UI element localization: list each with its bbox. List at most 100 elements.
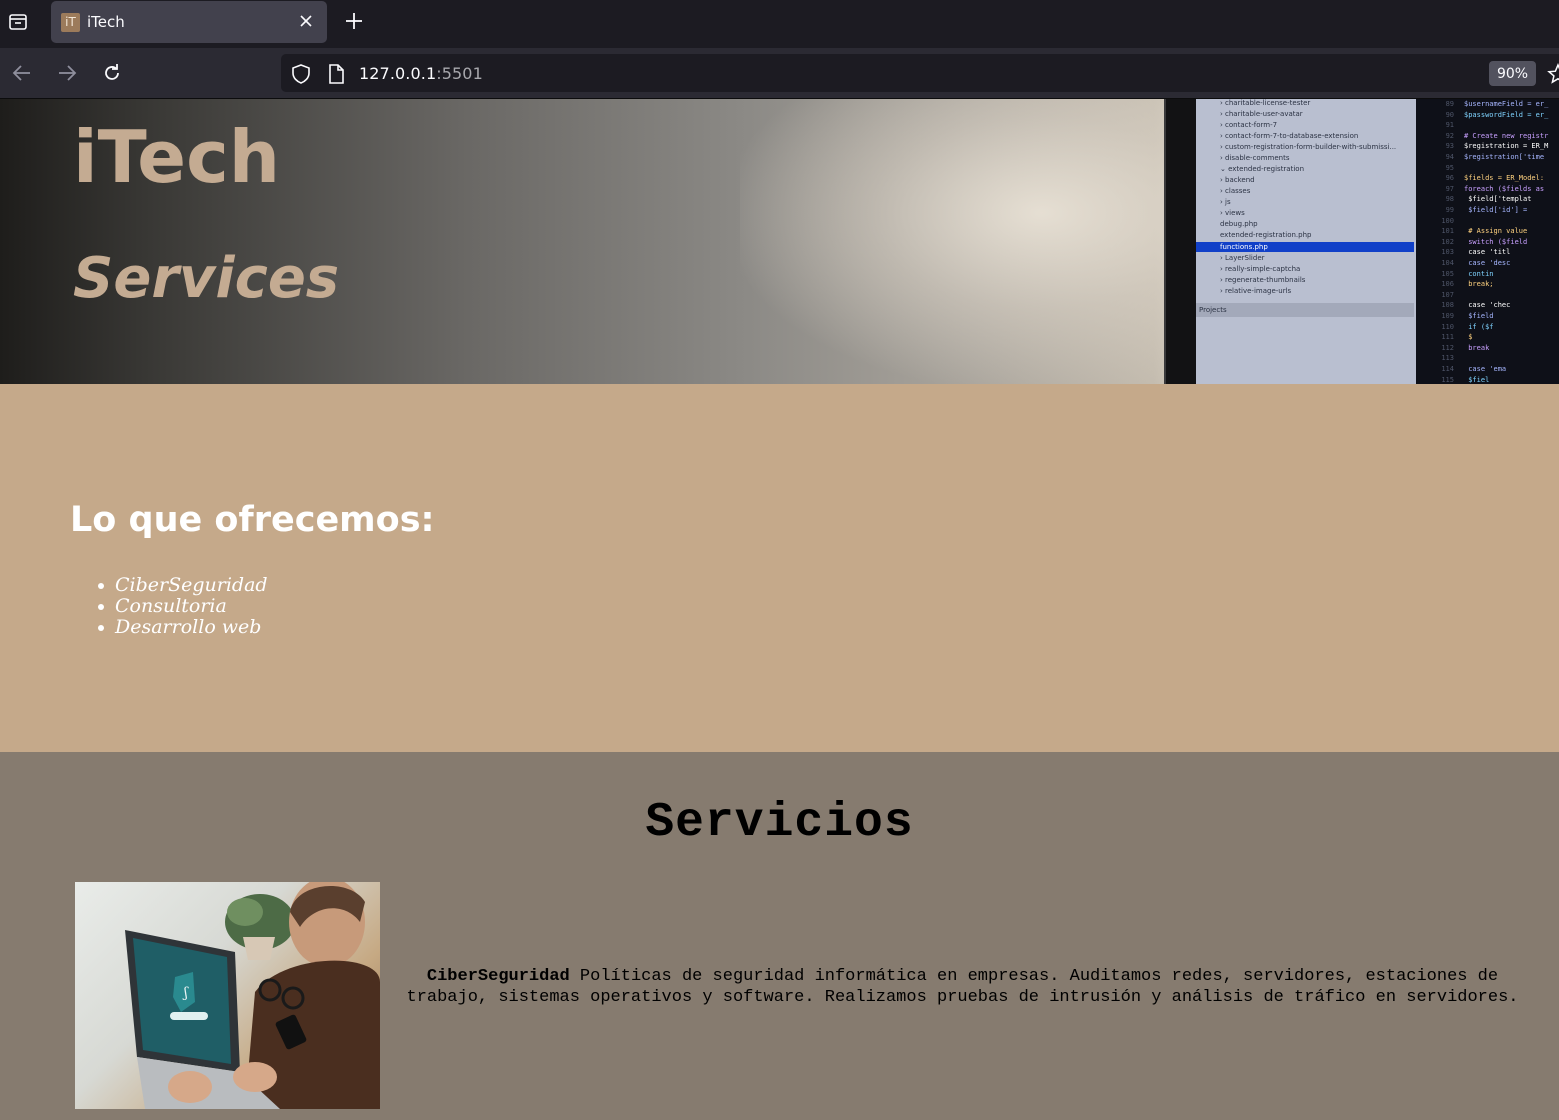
code-line-number: 89 bbox=[1445, 100, 1454, 108]
new-tab-icon[interactable] bbox=[341, 8, 367, 34]
code-line-number: 110 bbox=[1441, 322, 1454, 331]
code-line: 99 $field['id'] = bbox=[1416, 205, 1528, 215]
back-arrow-icon[interactable] bbox=[9, 60, 35, 86]
code-line-text: $field['templat bbox=[1464, 195, 1532, 204]
code-line: 101 # Assign value bbox=[1416, 226, 1527, 236]
file-tree-item: › js bbox=[1220, 198, 1231, 206]
url-text[interactable]: 127.0.0.1:5501 bbox=[359, 64, 483, 83]
file-tree-item: › backend bbox=[1220, 176, 1255, 184]
service-description: CiberSeguridad Políticas de seguridad in… bbox=[405, 966, 1520, 1008]
file-tree-item: › classes bbox=[1220, 187, 1251, 195]
file-tree-footer: Projects bbox=[1196, 303, 1414, 317]
code-line-number: 101 bbox=[1441, 227, 1454, 236]
browser-tab-bar: iT iTech bbox=[0, 0, 1559, 48]
code-line-number: 113 bbox=[1441, 354, 1454, 363]
code-line: 107 bbox=[1416, 290, 1464, 300]
code-line: 91 bbox=[1416, 120, 1464, 130]
tab-title: iTech bbox=[87, 13, 125, 31]
code-line-number: 105 bbox=[1441, 269, 1454, 278]
code-line-number: 90 bbox=[1445, 110, 1454, 119]
code-line: 96 $fields = ER_Model: bbox=[1416, 173, 1545, 183]
url-bar[interactable]: 127.0.0.1:5501 90% bbox=[281, 54, 1559, 92]
file-tree-item: › charitable-user-avatar bbox=[1220, 110, 1303, 118]
code-line-text: $usernameField = er_ bbox=[1464, 100, 1549, 108]
code-line: 109 $field bbox=[1416, 311, 1493, 321]
service-description-text: Políticas de seguridad informática en em… bbox=[406, 967, 1519, 1007]
browser-nav-bar: 127.0.0.1:5501 90% bbox=[0, 48, 1559, 99]
code-line: 114 case 'ema bbox=[1416, 364, 1506, 374]
file-tree-item: extended-registration.php bbox=[1220, 231, 1312, 239]
offer-item: CiberSeguridad bbox=[98, 575, 268, 596]
hero-monitor-file-tree: › charitable-license-tester › charitable… bbox=[1196, 99, 1416, 384]
code-line-number: 108 bbox=[1441, 301, 1454, 310]
code-line-number: 102 bbox=[1441, 237, 1454, 246]
code-line: 93 $registration = ER_M bbox=[1416, 141, 1549, 151]
code-line-number: 94 bbox=[1445, 153, 1454, 161]
code-line-number: 98 bbox=[1445, 195, 1454, 204]
hero-banner: › charitable-license-tester › charitable… bbox=[0, 99, 1559, 384]
code-line-text: if ($f bbox=[1464, 322, 1494, 331]
file-tree-item: › contact-form-7-to-database-extension bbox=[1220, 132, 1359, 140]
offer-item: Consultoria bbox=[98, 596, 268, 617]
file-tree-item: › relative-image-urls bbox=[1220, 287, 1292, 295]
code-line-number: 92 bbox=[1445, 131, 1454, 140]
code-line-number: 107 bbox=[1441, 290, 1454, 299]
file-tree-item: debug.php bbox=[1220, 220, 1258, 228]
code-line-text: $passwordField = er_ bbox=[1464, 110, 1549, 119]
code-line: 103 case 'titl bbox=[1416, 247, 1510, 257]
code-line-number: 103 bbox=[1441, 248, 1454, 257]
site-favicon-icon: iT bbox=[61, 12, 80, 32]
code-line-number: 99 bbox=[1445, 206, 1454, 214]
code-line: 105 contin bbox=[1416, 269, 1493, 279]
browser-tab-active[interactable]: iT iTech bbox=[51, 1, 327, 43]
code-line-number: 106 bbox=[1441, 280, 1454, 289]
code-line-number: 91 bbox=[1445, 121, 1454, 130]
offer-list: CiberSeguridad Consultoria Desarrollo we… bbox=[98, 575, 268, 638]
file-tree-item: › disable-comments bbox=[1220, 154, 1290, 162]
offer-item: Desarrollo web bbox=[98, 617, 268, 638]
cybersecurity-laptop-image: ʃ bbox=[75, 882, 380, 1109]
code-line-text: # Create new registr bbox=[1464, 131, 1549, 140]
file-tree-item: › views bbox=[1220, 209, 1245, 217]
file-tree-item: › custom-registration-form-builder-with-… bbox=[1220, 143, 1397, 151]
tab-list-icon[interactable] bbox=[5, 9, 31, 35]
code-line: 95 bbox=[1416, 163, 1464, 173]
code-line-number: 112 bbox=[1441, 343, 1454, 352]
code-line-number: 104 bbox=[1441, 259, 1454, 267]
code-line-number: 114 bbox=[1441, 365, 1454, 373]
code-line: 89 $usernameField = er_ bbox=[1416, 99, 1549, 109]
code-line-text: $registration['time bbox=[1464, 153, 1545, 161]
code-line: 110 if ($f bbox=[1416, 322, 1494, 332]
code-line: 100 bbox=[1416, 216, 1464, 226]
code-line: 113 bbox=[1416, 353, 1464, 363]
code-line: 97 foreach ($fields as bbox=[1416, 184, 1545, 194]
code-line-number: 95 bbox=[1445, 163, 1454, 172]
code-line: 106 break; bbox=[1416, 279, 1494, 289]
code-line: 104 case 'desc bbox=[1416, 258, 1510, 268]
reload-icon[interactable] bbox=[99, 60, 125, 86]
code-line-number: 100 bbox=[1441, 216, 1454, 225]
service-name: CiberSeguridad bbox=[426, 967, 570, 986]
hero-monitor-code: 89 $usernameField = er_ 90 $passwordField =… bbox=[1416, 99, 1559, 384]
code-line-text: $ bbox=[1464, 333, 1473, 342]
hero-background-shadow bbox=[740, 99, 1170, 384]
offer-section: Lo que ofrecemos: CiberSeguridad Consult… bbox=[0, 384, 1559, 752]
page-info-icon[interactable] bbox=[327, 64, 345, 88]
forward-arrow-icon[interactable] bbox=[54, 60, 80, 86]
zoom-level-button[interactable]: 90% bbox=[1489, 61, 1536, 86]
close-tab-icon[interactable] bbox=[297, 12, 315, 30]
bookmark-star-icon[interactable] bbox=[1547, 63, 1559, 89]
code-line-text: # Assign value bbox=[1464, 227, 1528, 236]
code-line-text: case 'ema bbox=[1464, 365, 1507, 373]
code-line-text: break; bbox=[1464, 280, 1494, 289]
code-line-text: foreach ($fields as bbox=[1464, 184, 1545, 193]
tracking-shield-icon[interactable] bbox=[290, 63, 312, 89]
code-line-text: break bbox=[1464, 343, 1490, 352]
file-tree-item: › contact-form-7 bbox=[1220, 121, 1278, 129]
hero-subtitle: Services bbox=[73, 246, 340, 311]
offer-title: Lo que ofrecemos: bbox=[70, 500, 435, 540]
code-line-text: switch ($field bbox=[1464, 237, 1528, 246]
services-title: Servicios bbox=[645, 796, 914, 850]
code-line: 92 # Create new registr bbox=[1416, 131, 1549, 141]
code-line-number: 111 bbox=[1441, 333, 1454, 342]
